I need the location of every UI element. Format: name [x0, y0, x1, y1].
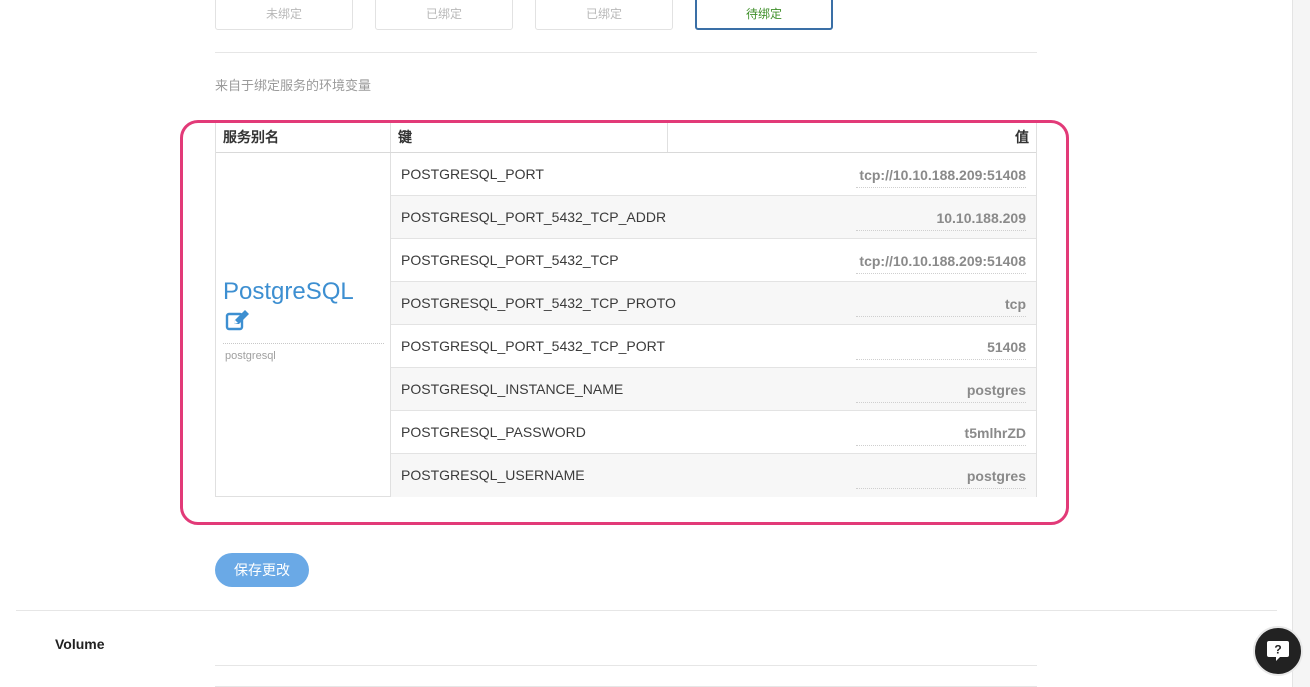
save-changes-button[interactable]: 保存更改: [215, 553, 309, 587]
highlight-annotation: [180, 120, 1069, 525]
volume-section-title: Volume: [55, 636, 105, 652]
divider: [215, 52, 1037, 53]
tab-pending-bind[interactable]: 待绑定: [695, 0, 833, 30]
help-label: ?: [1274, 643, 1281, 657]
help-button[interactable]: ?: [1253, 626, 1303, 676]
question-bubble-icon: ?: [1267, 641, 1289, 661]
section-divider: [16, 610, 1277, 611]
tab-bound-2[interactable]: 已绑定: [535, 0, 673, 30]
volume-divider: [215, 665, 1037, 666]
tab-bound[interactable]: 已绑定: [375, 0, 513, 30]
tab-unbound[interactable]: 未绑定: [215, 0, 353, 30]
env-section-label: 来自于绑定服务的环境变量: [215, 78, 372, 93]
page: 未绑定 已绑定 已绑定 待绑定 来自于绑定服务的环境变量 服务别名 键 值 Po…: [0, 0, 1293, 687]
scrollbar-track[interactable]: [1293, 0, 1310, 687]
